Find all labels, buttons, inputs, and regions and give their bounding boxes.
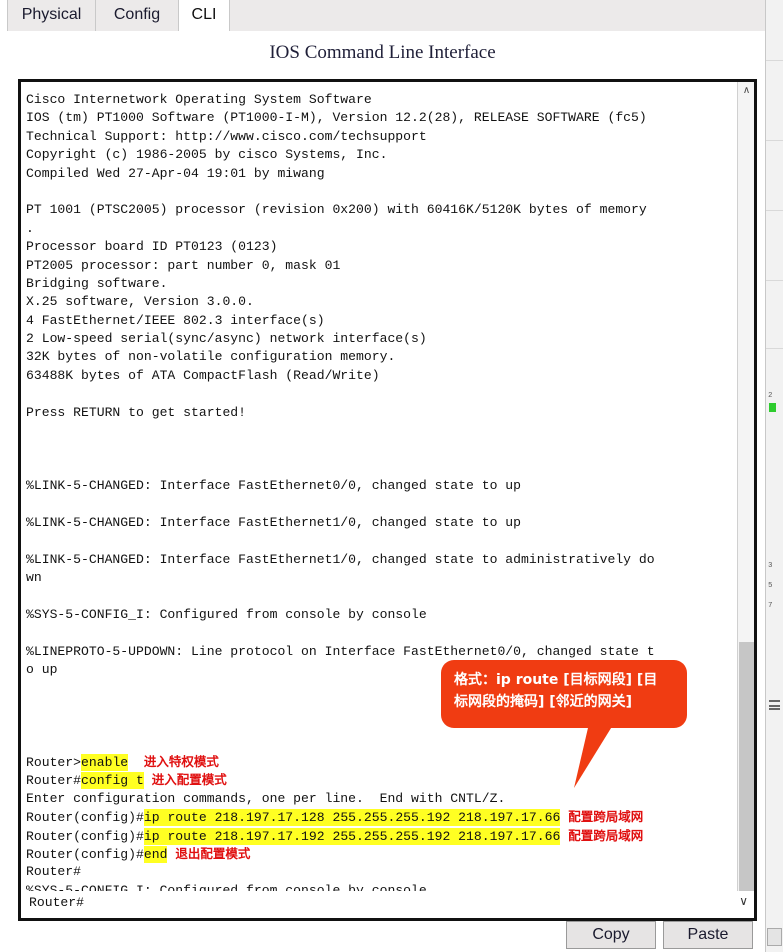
scroll-up-arrow-icon[interactable]: ∧: [738, 82, 754, 98]
terminal-line: %SYS-5-CONFIG_I: Configured from console…: [26, 606, 427, 622]
tab-bar-left-edge: [0, 0, 8, 31]
paste-button[interactable]: Paste: [663, 921, 753, 949]
terminal-prompt: Router(config)#: [26, 810, 144, 826]
terminal-line: 32K bytes of non-volatile configuration …: [26, 349, 396, 365]
terminal-line: Router(config)#ip route 218.197.17.192 2…: [26, 827, 738, 845]
background-button: [767, 928, 782, 946]
terminal-line: Compiled Wed 27-Apr-04 19:01 by miwang: [26, 165, 325, 181]
highlighted-command: ip route 218.197.17.192 255.255.255.192 …: [143, 827, 561, 845]
terminal-line: Technical Support: http://www.cisco.com/…: [26, 128, 427, 144]
highlighted-command: end: [143, 846, 168, 864]
highlighted-command: config t: [81, 772, 144, 790]
tab-physical[interactable]: Physical: [8, 0, 96, 31]
terminal-line: Router#: [26, 864, 82, 880]
background-window-sliver: 2 3 5 7: [765, 0, 783, 952]
terminal-line: Bridging software.: [26, 275, 168, 291]
tab-bar: Physical Config CLI: [0, 0, 765, 31]
status-dot-icon: [769, 403, 776, 412]
terminal-line: PT2005 processor: part number 0, mask 01: [26, 257, 341, 273]
terminal-line: Router>enable 进入特权模式: [26, 753, 738, 772]
command-input-value: Router#: [29, 895, 85, 910]
command-input-bar[interactable]: Router# ∨: [18, 891, 757, 921]
annotation-text: 配置跨局域网: [568, 809, 644, 825]
terminal-line: 4 FastEthernet/IEEE 802.3 interface(s): [26, 312, 325, 328]
annotation-text: 进入特权模式: [143, 754, 219, 770]
callout-line-1: 格式：ip route [目标网段] [目: [454, 672, 658, 688]
annotation-text: 配置跨局域网: [568, 827, 644, 843]
highlighted-command: enable: [81, 754, 129, 772]
menu-icon: [769, 700, 780, 710]
terminal-line: 2 Low-speed serial(sync/async) network i…: [26, 331, 427, 347]
terminal-line: PT 1001 (PTSC2005) processor (revision 0…: [26, 202, 647, 218]
terminal-line: %LINK-5-CHANGED: Interface FastEthernet1…: [26, 514, 522, 530]
terminal-line: Press RETURN to get started!: [26, 404, 247, 420]
callout-tooltip: 格式：ip route [目标网段] [目 标网段的掩码] [邻近的网关]: [441, 660, 687, 728]
terminal-prompt: Router>: [26, 755, 82, 771]
terminal-line: IOS (tm) PT1000 Software (PT1000-I-M), V…: [26, 110, 647, 126]
copy-button[interactable]: Copy: [566, 921, 656, 949]
terminal-line: %LINEPROTO-5-UPDOWN: Line protocol on In…: [26, 643, 655, 659]
terminal-prompt: Router(config)#: [26, 847, 144, 863]
tab-cli[interactable]: CLI: [179, 0, 230, 31]
terminal-line: Router(config)#ip route 218.197.17.128 2…: [26, 808, 738, 827]
terminal-line: Cisco Internetwork Operating System Soft…: [26, 92, 372, 107]
terminal-output-panel[interactable]: Cisco Internetwork Operating System Soft…: [18, 79, 757, 905]
terminal-line: 63488K bytes of ATA CompactFlash (Read/W…: [26, 367, 380, 383]
terminal-line: .: [26, 220, 34, 236]
scrollbar-thumb[interactable]: [739, 642, 754, 902]
terminal-line: %LINK-5-CHANGED: Interface FastEthernet0…: [26, 478, 522, 494]
annotation-text: 进入配置模式: [151, 772, 227, 788]
callout-text: 格式：ip route [目标网段] [目 标网段的掩码] [邻近的网关]: [454, 669, 676, 713]
tab-bar-filler: [230, 0, 765, 31]
terminal-prompt: Router(config)#: [26, 828, 144, 844]
page-title: IOS Command Line Interface: [269, 42, 496, 63]
scroll-down-arrow-icon[interactable]: ∨: [739, 894, 748, 908]
terminal-scrollbar[interactable]: ∧: [737, 82, 754, 902]
terminal-line: wn: [26, 570, 42, 586]
terminal-line: %LINK-5-CHANGED: Interface FastEthernet1…: [26, 551, 655, 567]
terminal-line: Router#config t 进入配置模式: [26, 771, 738, 790]
highlighted-command: ip route 218.197.17.128 255.255.255.192 …: [143, 809, 561, 827]
annotation-text: 退出配置模式: [175, 846, 251, 862]
terminal-line: Enter configuration commands, one per li…: [26, 790, 506, 806]
tab-config[interactable]: Config: [96, 0, 179, 31]
terminal-text: Cisco Internetwork Operating System Soft…: [26, 82, 738, 902]
terminal-line: Processor board ID PT0123 (0123): [26, 239, 278, 255]
callout-line-2: 标网段的掩码] [邻近的网关]: [454, 694, 633, 710]
terminal-line: X.25 software, Version 3.0.0.: [26, 294, 254, 310]
ios-cli-dialog: 2 3 5 7 Physical Config CLI IOS Command …: [0, 0, 783, 952]
terminal-line: Copyright (c) 1986-2005 by cisco Systems…: [26, 147, 388, 163]
terminal-line: Router(config)#end 退出配置模式: [26, 845, 738, 864]
terminal-prompt: Router#: [26, 773, 82, 789]
